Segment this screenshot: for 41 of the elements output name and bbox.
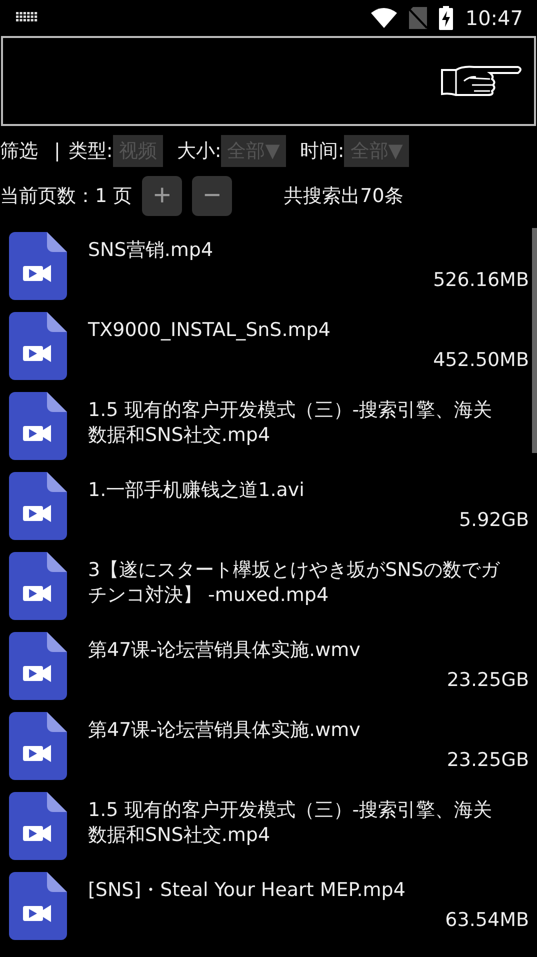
next-page-button[interactable]: + [142, 176, 182, 216]
filter-field-label: 类型: [68, 139, 113, 164]
file-size: 23.25GB [446, 749, 529, 771]
filter-field-label: 大小: [176, 139, 222, 164]
video-file-icon [9, 392, 67, 460]
file-name[interactable]: 1.一部手机赚钱之道1.avi [88, 478, 508, 503]
separator: | [54, 140, 60, 162]
file-size: 526.16MB [433, 269, 529, 291]
result-count: 共搜索出70条 [284, 184, 404, 209]
video-file-icon [9, 552, 67, 620]
no-sim-icon [409, 7, 428, 29]
file-size: 5.92GB [458, 509, 529, 531]
video-file-icon [9, 312, 67, 380]
file-size: 452.50MB [433, 349, 529, 371]
file-name[interactable]: 1.5 现有的客户开发模式（三）-搜索引擎、海关数据和SNS社交.mp4 [88, 798, 508, 848]
filter-field-label: 时间: [300, 139, 344, 164]
video-file-icon [9, 472, 67, 540]
video-file-icon [9, 792, 67, 860]
previous-page-button[interactable]: − [192, 176, 232, 216]
file-name[interactable]: 1.5 现有的客户开发模式（三）-搜索引擎、海关数据和SNS社交.mp4 [88, 398, 508, 448]
search-field[interactable] [1, 36, 536, 126]
page-label: 当前页数：1 页 [0, 184, 132, 209]
video-file-icon [9, 712, 67, 780]
video-file-icon [9, 632, 67, 700]
file-size: 63.54MB [445, 909, 529, 931]
pointing-hand-icon[interactable] [440, 64, 524, 98]
wifi-icon [371, 8, 398, 28]
video-file-icon [9, 232, 67, 300]
clock: 10:47 [465, 6, 523, 30]
file-name[interactable]: 第47课-论坛营销具体实施.wmv [88, 638, 508, 663]
file-name[interactable]: [SNS]・Steal Your Heart MEP.mp4 [88, 878, 508, 903]
keyboard-icon [16, 12, 38, 24]
file-name[interactable]: 3【遂にスタート欅坂とけやき坂がSNSの数でガチンコ対決】 -muxed.mp4 [88, 558, 508, 608]
file-name[interactable]: 第47课-论坛营销具体实施.wmv [88, 718, 508, 743]
file-name[interactable]: SNS营销.mp4 [88, 238, 508, 263]
file-size: 23.25GB [446, 669, 529, 691]
file-name[interactable]: TX9000_INSTAL_SnS.mp4 [88, 318, 508, 343]
filter-label: 筛选 [0, 139, 38, 164]
battery-charging-icon [439, 6, 454, 30]
video-file-icon [9, 872, 67, 940]
scrollbar[interactable] [532, 228, 537, 453]
